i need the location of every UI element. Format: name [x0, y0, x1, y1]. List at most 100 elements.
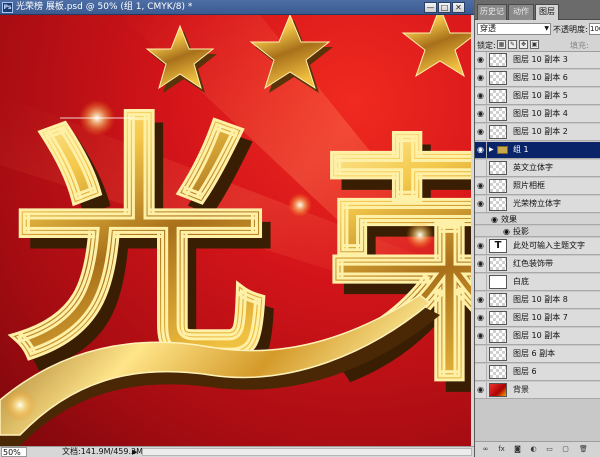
- tab-layers[interactable]: 图层: [535, 4, 559, 20]
- tab-history[interactable]: 历史记录: [477, 4, 507, 30]
- layer-name: 英文立体字: [513, 163, 553, 172]
- layer-row[interactable]: ◉ 白底: [475, 274, 600, 291]
- layers-panel: 历史记录 动作 图层 穿透 ▼ 不透明度: 100% 锁定: ▦ ✎ ✥ ▣ 填…: [474, 0, 600, 457]
- layer-name: 图层 10 副本 2: [513, 127, 568, 136]
- group-expand-icon[interactable]: ▶: [489, 142, 494, 158]
- layer-row[interactable]: ◉ 图层 6: [475, 364, 600, 381]
- visibility-eye-icon[interactable]: ◉: [475, 346, 487, 362]
- visibility-eye-icon[interactable]: ◉: [475, 364, 487, 380]
- layer-thumbnail: [489, 383, 507, 397]
- status-menu-arrow-icon[interactable]: ▶: [132, 447, 137, 457]
- minimize-button[interactable]: —: [424, 2, 437, 13]
- panel-tab-bar: 历史记录 动作 图层: [475, 0, 600, 30]
- visibility-eye-icon[interactable]: ◉: [475, 256, 487, 272]
- layer-row[interactable]: ◉ 图层 6 副本: [475, 346, 600, 363]
- document-window: Ps 光荣榜 展板.psd @ 50% (组 1, CMYK/8) * — □ …: [0, 0, 474, 457]
- adjustment-icon[interactable]: ◐: [529, 445, 538, 454]
- layer-name: 白底: [513, 277, 529, 286]
- visibility-eye-icon[interactable]: ◉: [475, 52, 487, 68]
- layer-list[interactable]: ◉ 图层 10 副本 3 ◉ 图层 10 副本 6 ◉ 图层 10 副本 5 ◉ 图层 10 …: [475, 52, 600, 441]
- zoom-field[interactable]: 50%: [1, 447, 27, 457]
- layer-row[interactable]: ◉ 红色装饰带: [475, 256, 600, 273]
- lock-label: 锁定:: [477, 41, 496, 50]
- visibility-eye-icon[interactable]: ◉: [475, 196, 487, 212]
- layer-row[interactable]: ◉ 图层 10 副本 6: [475, 70, 600, 87]
- visibility-eye-icon[interactable]: ◉: [475, 274, 487, 290]
- blend-row: 穿透 ▼ 不透明度: 100%: [475, 20, 600, 37]
- visibility-eye-icon[interactable]: ◉: [475, 238, 487, 254]
- layer-effects-header[interactable]: ◉ 效果: [475, 214, 600, 225]
- layer-name: 图层 10 副本: [513, 331, 561, 340]
- close-button[interactable]: ✕: [452, 2, 465, 13]
- visibility-eye-icon[interactable]: ◉: [475, 310, 487, 326]
- maximize-button[interactable]: □: [438, 2, 451, 13]
- lock-all-icon[interactable]: ▣: [530, 40, 539, 49]
- status-bar: 50% 文档:141.9M/459.2M ▶: [0, 446, 474, 457]
- layer-row[interactable]: ◉ 图层 10 副本: [475, 328, 600, 345]
- layer-row[interactable]: ◉ 图层 10 副本 4: [475, 106, 600, 123]
- layer-row[interactable]: ◉ 图层 10 副本 5: [475, 88, 600, 105]
- effect-eye-icon[interactable]: ◉: [503, 226, 510, 237]
- layer-thumbnail: [489, 197, 507, 211]
- visibility-eye-icon[interactable]: ◉: [475, 328, 487, 344]
- layer-thumbnail: [489, 53, 507, 67]
- layer-name: 图层 6: [513, 367, 537, 376]
- lock-transparency-icon[interactable]: ▦: [497, 40, 506, 49]
- tab-actions[interactable]: 动作: [508, 4, 534, 20]
- layer-row[interactable]: ◉ T 此处可输入主题文字: [475, 238, 600, 255]
- layer-row[interactable]: ◉ 光荣榜立体字: [475, 196, 600, 213]
- visibility-eye-icon[interactable]: ◉: [475, 292, 487, 308]
- link-icon[interactable]: ∞: [481, 445, 490, 454]
- mask-icon[interactable]: ◙: [513, 445, 522, 454]
- document-titlebar[interactable]: Ps 光荣榜 展板.psd @ 50% (组 1, CMYK/8) * — □ …: [0, 0, 474, 15]
- visibility-eye-icon[interactable]: ◉: [475, 70, 487, 86]
- visibility-eye-icon[interactable]: ◉: [475, 178, 487, 194]
- layer-row[interactable]: ◉ 背景: [475, 382, 600, 399]
- layer-name: 组 1: [513, 145, 529, 154]
- visibility-eye-icon[interactable]: ◉: [475, 88, 487, 104]
- layer-row[interactable]: ◉ 英文立体字: [475, 160, 600, 177]
- layer-row[interactable]: ◉ 图层 10 副本 8: [475, 292, 600, 309]
- trash-icon[interactable]: 🗑: [579, 445, 588, 454]
- effect-eye-icon[interactable]: ◉: [491, 214, 498, 225]
- artwork-canvas[interactable]: 光 光 荣 荣: [0, 15, 471, 446]
- layer-name: 此处可输入主题文字: [513, 241, 585, 250]
- layer-row[interactable]: ◉ 图层 10 副本 3: [475, 52, 600, 69]
- layer-thumbnail: [489, 179, 507, 193]
- folder-icon: [497, 146, 508, 154]
- artwork: 光 光 荣 荣: [0, 15, 471, 446]
- visibility-eye-icon[interactable]: ◉: [475, 106, 487, 122]
- layer-name: 光荣榜立体字: [513, 199, 561, 208]
- layer-name: 图层 10 副本 7: [513, 313, 568, 322]
- horizontal-scrollbar[interactable]: [142, 448, 472, 456]
- new-layer-icon[interactable]: ▢: [561, 445, 570, 454]
- photoshop-icon: Ps: [2, 2, 13, 13]
- layer-thumbnail: [489, 107, 507, 121]
- layer-row[interactable]: ◉ 照片相框: [475, 178, 600, 195]
- group-icon[interactable]: ▭: [545, 445, 554, 454]
- lock-position-icon[interactable]: ✥: [519, 40, 528, 49]
- blend-mode-select[interactable]: 穿透 ▼: [477, 23, 551, 35]
- fx-icon[interactable]: fx: [497, 445, 506, 454]
- layer-thumbnail: [489, 71, 507, 85]
- opacity-input[interactable]: 100%: [589, 23, 600, 35]
- visibility-eye-icon[interactable]: ◉: [475, 160, 487, 176]
- lens-flare: [406, 221, 434, 249]
- layer-name: 图层 10 副本 5: [513, 91, 568, 100]
- layer-effect-label: 效果: [501, 215, 517, 224]
- fill-label: 填充:: [570, 41, 589, 50]
- layer-thumbnail: [489, 161, 507, 175]
- layer-effect-item[interactable]: ◉ 投影: [475, 226, 600, 237]
- lock-pixels-icon[interactable]: ✎: [508, 40, 517, 49]
- blend-mode-value: 穿透: [480, 24, 496, 33]
- layer-thumbnail: [489, 311, 507, 325]
- layer-row[interactable]: ◉ 图层 10 副本 2: [475, 124, 600, 141]
- lens-flare: [288, 193, 312, 217]
- layer-row[interactable]: ◉ 图层 10 副本 7: [475, 310, 600, 327]
- layer-row[interactable]: ◉ ▶ 组 1: [475, 142, 600, 159]
- visibility-eye-icon[interactable]: ◉: [475, 142, 487, 158]
- visibility-eye-icon[interactable]: ◉: [475, 382, 487, 398]
- layer-name: 图层 10 副本 8: [513, 295, 568, 304]
- visibility-eye-icon[interactable]: ◉: [475, 124, 487, 140]
- panel-footer: ∞ fx ◙ ◐ ▭ ▢ 🗑: [475, 441, 600, 457]
